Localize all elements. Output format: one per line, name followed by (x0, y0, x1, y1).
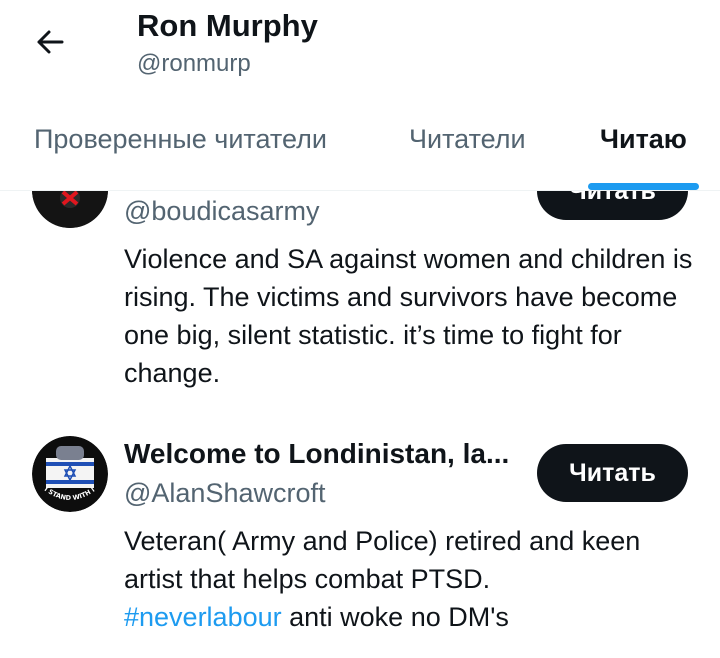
back-button[interactable] (30, 22, 70, 62)
tab-followers[interactable]: Читатели (409, 124, 526, 155)
user-handle: @boudicasarmy (124, 196, 320, 226)
user-bio: Violence and SA against women and childr… (124, 244, 693, 388)
active-tab-indicator (588, 183, 699, 190)
hashtag-link[interactable]: #neverlabour (124, 602, 282, 632)
avatar[interactable]: I STAND WITH ISRAEL (32, 436, 108, 512)
bio-text: Veteran( Army and Police) retired and ke… (124, 526, 641, 594)
user-name: Welcome to Londinistan, la... (124, 438, 510, 469)
avatar-image: I STAND WITH ISRAEL (32, 436, 108, 512)
list-item[interactable]: I STAND WITH ISRAEL Welcome to Londinist… (0, 420, 720, 650)
bio-text: anti woke no DM's (281, 602, 509, 632)
follow-button[interactable]: Читать (537, 444, 688, 502)
user-handle: @AlanShawcroft (124, 478, 326, 508)
user-bio: Veteran( Army and Police) retired and ke… (124, 522, 694, 636)
arrow-left-icon (37, 30, 64, 54)
tab-verified-followers[interactable]: Проверенные читатели (34, 124, 327, 155)
page-subtitle-handle: @ronmurp (137, 50, 251, 77)
tab-bar: Проверенные читатели Читатели Читаю (0, 110, 720, 191)
tab-following[interactable]: Читаю (600, 124, 687, 155)
page-header: Ron Murphy @ronmurp Проверенные читатели… (0, 0, 720, 191)
page-title: Ron Murphy (137, 8, 318, 43)
